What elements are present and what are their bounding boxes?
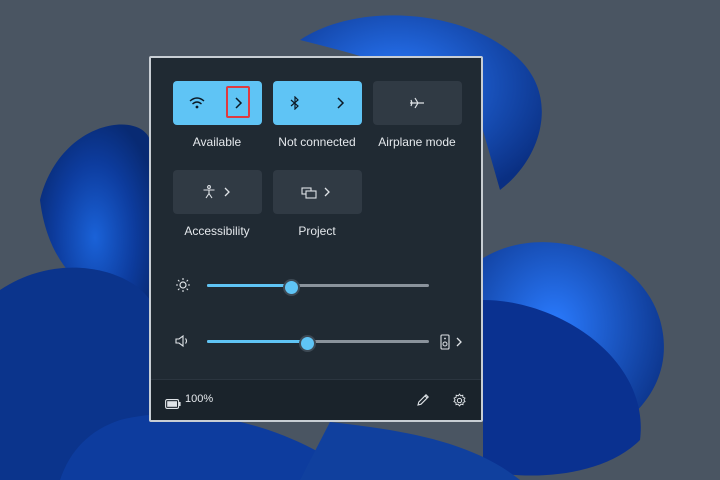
- pencil-icon[interactable]: [413, 390, 433, 410]
- bluetooth-tile[interactable]: [273, 81, 362, 125]
- gear-icon[interactable]: [449, 390, 469, 410]
- project-tile[interactable]: [273, 170, 362, 214]
- volume-slider[interactable]: [207, 335, 429, 352]
- project-icon: [299, 182, 319, 202]
- volume-fill: [207, 340, 305, 343]
- airplane-mode-tile[interactable]: [373, 81, 462, 125]
- project-chevron-right-icon[interactable]: [317, 182, 337, 202]
- volume-slider-row: [151, 332, 481, 352]
- accessibility-tile[interactable]: [173, 170, 262, 214]
- project-label: Project: [298, 224, 336, 238]
- wifi-chevron-right-icon[interactable]: [228, 93, 248, 113]
- brightness-icon: [174, 276, 192, 294]
- wifi-tile[interactable]: [173, 81, 262, 125]
- accessibility-icon: [199, 182, 219, 202]
- airplane-icon: [407, 93, 427, 113]
- bluetooth-chevron-right-icon[interactable]: [330, 93, 350, 113]
- volume-thumb[interactable]: [298, 335, 316, 352]
- brightness-slider[interactable]: [207, 279, 429, 296]
- brightness-slider-row: [151, 276, 481, 296]
- battery-icon[interactable]: [165, 394, 181, 409]
- audio-output-icon[interactable]: [439, 333, 451, 351]
- battery-percentage: 100%: [185, 393, 214, 405]
- airplane-mode-label: Airplane mode: [378, 135, 456, 149]
- desktop: Available Not connected Airplane mode Ac…: [0, 0, 720, 480]
- brightness-thumb[interactable]: [283, 279, 301, 296]
- bluetooth-icon: [285, 93, 305, 113]
- accessibility-chevron-right-icon[interactable]: [217, 182, 237, 202]
- audio-output-chevron-right-icon[interactable]: [454, 335, 464, 349]
- quick-settings-footer: 100%: [151, 379, 481, 420]
- wifi-icon: [187, 93, 207, 113]
- quick-settings-panel: Available Not connected Airplane mode Ac…: [149, 56, 483, 422]
- speaker-icon[interactable]: [174, 332, 192, 350]
- brightness-fill: [207, 284, 290, 287]
